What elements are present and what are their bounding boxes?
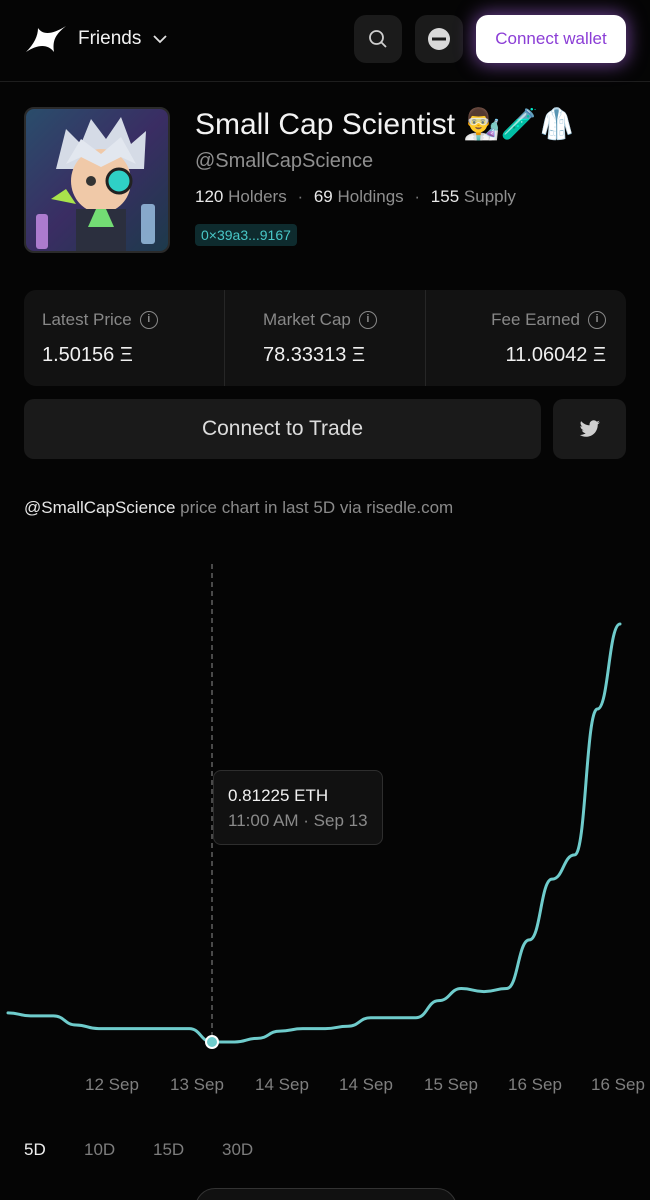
info-icon[interactable]: i	[139, 311, 158, 329]
tab-30d[interactable]: 30D	[222, 1140, 253, 1160]
x-tick-label: 16 Sep	[508, 1075, 562, 1094]
supply-label: Supply	[463, 187, 516, 206]
bottom-pill[interactable]	[195, 1188, 457, 1200]
theme-toggle-button[interactable]	[415, 15, 463, 63]
logo-icon[interactable]	[24, 22, 68, 56]
metrics-card: Latest Price i 1.50156 Ξ Market Cap i 78…	[24, 290, 626, 386]
twitter-icon	[579, 420, 600, 437]
metric-label: Market Cap	[263, 310, 351, 329]
info-icon[interactable]: i	[358, 311, 377, 329]
metric-value: 11.06042 Ξ	[505, 344, 607, 366]
tooltip-value: 0.81225 ETH	[228, 786, 329, 805]
twitter-button[interactable]	[553, 399, 626, 459]
tooltip-time: 11:00 AM · Sep 13	[228, 811, 368, 830]
tab-5d[interactable]: 5D	[24, 1140, 46, 1160]
avatar	[24, 107, 170, 253]
metric-label: Latest Price	[42, 310, 132, 329]
x-tick-label: 15 Sep	[424, 1075, 478, 1094]
chevron-down-icon	[153, 35, 167, 44]
metric-value: 78.33313 Ξ	[263, 344, 365, 366]
x-tick-label: 14 Sep	[339, 1075, 393, 1094]
search-icon	[369, 30, 387, 48]
separator: ·	[297, 187, 304, 206]
chart-caption-text: price chart in last 5D via risedle.com	[175, 498, 454, 517]
tab-15d[interactable]: 15D	[153, 1140, 184, 1160]
holdings-count: 69	[313, 187, 333, 206]
search-button[interactable]	[354, 15, 402, 63]
highlight-point	[205, 1035, 219, 1049]
x-tick-label: 16 Sep	[591, 1075, 645, 1094]
separator: ·	[414, 187, 421, 206]
tab-10d[interactable]: 10D	[84, 1140, 115, 1160]
supply-count: 155	[430, 187, 460, 206]
x-tick-label: 13 Sep	[170, 1075, 224, 1094]
connect-to-trade-button[interactable]: Connect to Trade	[24, 399, 541, 459]
theme-icon	[428, 28, 450, 50]
metric-value: 1.50156 Ξ	[42, 344, 133, 366]
holders-label: Holders	[228, 187, 287, 206]
connect-wallet-button[interactable]: Connect wallet	[476, 15, 626, 63]
profile-handle[interactable]: @SmallCapScience	[195, 150, 373, 173]
holdings-label: Holdings	[337, 187, 404, 206]
chart-caption: @SmallCapScience price chart in last 5D …	[24, 498, 453, 518]
chart-tooltip: 0.81225 ETH 11:00 AM · Sep 13	[213, 770, 383, 845]
wallet-address-badge[interactable]: 0×39a3...9167	[195, 224, 297, 246]
holders-count: 120	[195, 187, 224, 206]
x-tick-label: 14 Sep	[255, 1075, 309, 1094]
friends-dropdown[interactable]: Friends	[78, 28, 169, 50]
chart-caption-handle[interactable]: @SmallCapScience	[24, 498, 175, 517]
metric-latest-price: Latest Price i 1.50156 Ξ	[24, 290, 225, 386]
metric-fee-earned: Fee Earned i 11.06042 Ξ	[426, 290, 626, 386]
metric-market-cap: Market Cap i 78.33313 Ξ	[225, 290, 426, 386]
profile-name: Small Cap Scientist 👨‍🔬🧪🥼	[195, 108, 576, 141]
top-bar: Friends Connect wallet	[0, 0, 650, 82]
brand-label: Friends	[78, 28, 142, 49]
profile-stats: 120 Holders · 69 Holdings · 155 Supply	[195, 187, 516, 207]
x-tick-label: 12 Sep	[85, 1075, 139, 1094]
info-icon[interactable]: i	[588, 311, 606, 329]
metric-label: Fee Earned	[491, 310, 580, 329]
